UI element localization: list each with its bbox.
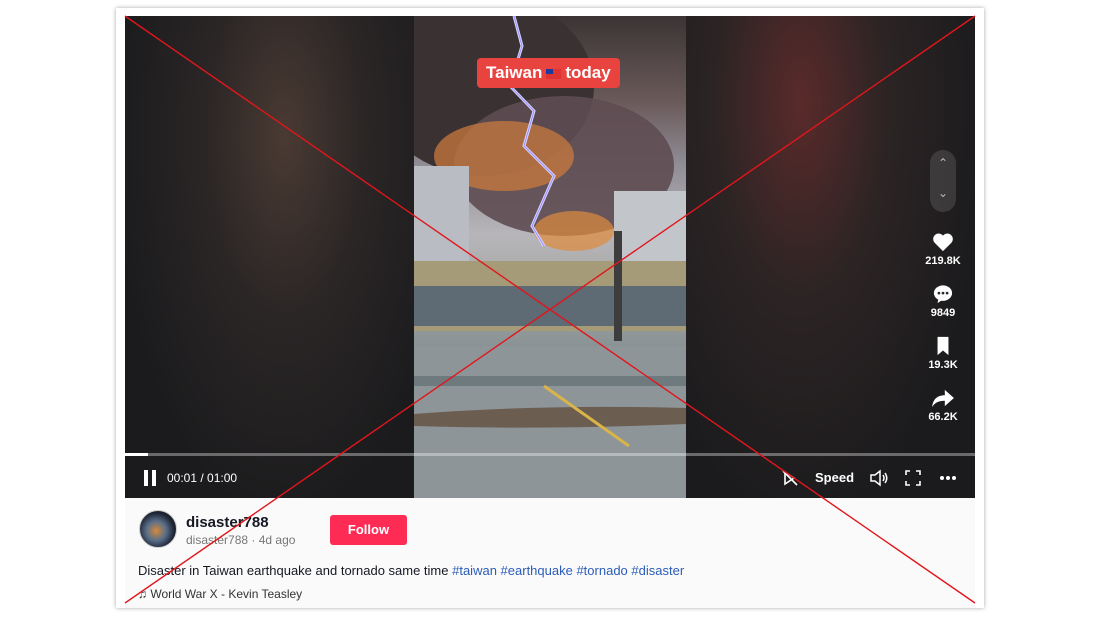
caption-text-after: today xyxy=(565,63,611,82)
share-icon xyxy=(932,389,954,408)
video-caption-badge: Taiwan today xyxy=(477,58,620,88)
subline-separator: · xyxy=(248,533,259,547)
hashtag-link[interactable]: #tornado xyxy=(576,563,627,578)
comment-button[interactable]: 9849 xyxy=(913,284,973,319)
post-description: Disaster in Taiwan earthquake and tornad… xyxy=(138,563,684,578)
playback-time: 00:01 / 01:00 xyxy=(167,471,237,485)
share-count: 66.2K xyxy=(928,411,958,423)
hashtag-link[interactable]: #disaster xyxy=(631,563,684,578)
avatar[interactable] xyxy=(139,510,177,548)
video-scene xyxy=(414,16,686,498)
video-navigation: ⌃ ⌄ xyxy=(930,150,956,212)
speed-icon[interactable] xyxy=(781,469,799,487)
description-text: Disaster in Taiwan earthquake and tornad… xyxy=(138,563,453,578)
music-note-icon: ♫ xyxy=(138,587,147,601)
post-subline: disaster788 · 4d ago xyxy=(186,533,295,547)
taiwan-flag-icon xyxy=(546,68,562,79)
share-button[interactable]: 66.2K xyxy=(913,388,973,423)
heart-icon xyxy=(933,233,953,252)
like-count: 219.8K xyxy=(925,255,961,267)
music-info[interactable]: ♫ World War X - Kevin Teasley xyxy=(138,587,302,601)
video-frame[interactable] xyxy=(414,16,686,498)
follow-button[interactable]: Follow xyxy=(330,515,407,545)
chevron-down-icon[interactable]: ⌄ xyxy=(930,186,956,200)
caption-text-before: Taiwan xyxy=(486,63,543,82)
handle[interactable]: disaster788 xyxy=(186,533,248,547)
progress-fill xyxy=(125,453,148,456)
save-button[interactable]: 19.3K xyxy=(913,336,973,371)
save-count: 19.3K xyxy=(928,359,958,371)
comment-count: 9849 xyxy=(930,307,956,319)
video-player[interactable]: Taiwan today ⌃ ⌄ 219.8K 9849 19.3K 66.2K … xyxy=(125,16,975,498)
time-total: 01:00 xyxy=(207,471,238,485)
volume-icon[interactable] xyxy=(869,469,889,487)
player-controls: 00:01 / 01:00 Speed xyxy=(125,464,975,492)
hashtag-link[interactable]: #earthquake xyxy=(501,563,573,578)
blurred-background-left xyxy=(125,16,415,498)
bookmark-icon xyxy=(937,336,949,356)
time-current: 00:01 xyxy=(167,471,198,485)
fullscreen-icon[interactable] xyxy=(905,470,921,486)
username[interactable]: disaster788 xyxy=(186,514,269,531)
chevron-up-icon[interactable]: ⌃ xyxy=(930,156,956,170)
post-info: disaster788 disaster788 · 4d ago Follow … xyxy=(125,498,975,608)
pause-icon[interactable] xyxy=(143,470,157,486)
hashtag-link[interactable]: #taiwan xyxy=(452,563,497,578)
speed-button[interactable]: Speed xyxy=(815,470,854,485)
time-separator: / xyxy=(197,471,208,485)
music-title: World War X - Kevin Teasley xyxy=(150,587,303,601)
progress-bar[interactable] xyxy=(125,453,975,456)
post-date: 4d ago xyxy=(258,533,296,547)
more-icon[interactable] xyxy=(939,475,957,481)
like-button[interactable]: 219.8K xyxy=(913,232,973,267)
comment-icon xyxy=(933,285,953,304)
